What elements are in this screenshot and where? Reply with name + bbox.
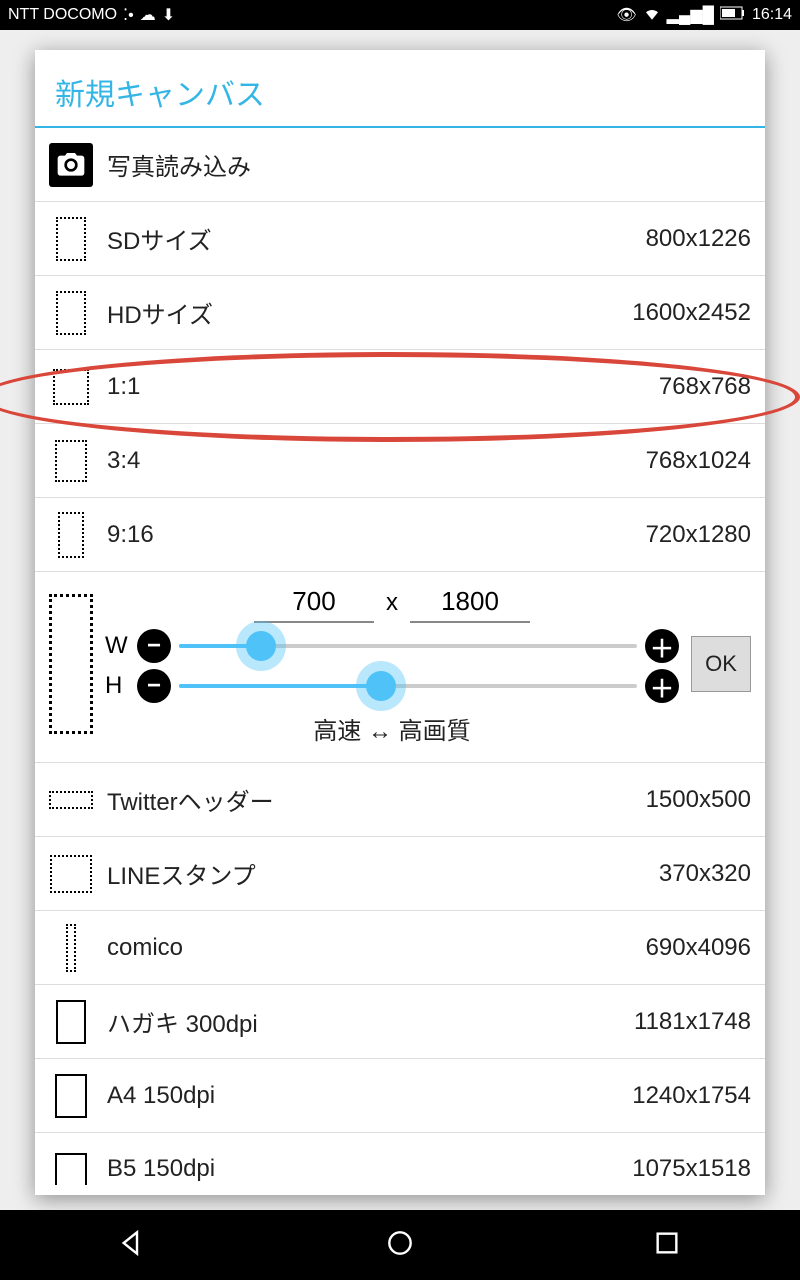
- size-label: Twitterヘッダー: [107, 782, 632, 817]
- eye-icon: 👁: [616, 5, 636, 25]
- size-row-a4[interactable]: A4 150dpi 1240x1754: [35, 1059, 765, 1133]
- status-bar: NTT DOCOMO ⁚• ☁ ⬇ 👁 ▂▄▆█ 16:14: [0, 0, 800, 30]
- size-label: B5 150dpi: [107, 1155, 618, 1183]
- size-value: 800x1226: [646, 225, 751, 253]
- custom-size-row: x W − ＋ H −: [35, 572, 765, 763]
- home-button[interactable]: [384, 1227, 416, 1264]
- height-minus-button[interactable]: −: [137, 669, 171, 703]
- height-plus-button[interactable]: ＋: [645, 669, 679, 703]
- size-label: comico: [107, 934, 632, 962]
- size-label: ハガキ 300dpi: [107, 1004, 620, 1039]
- size-value: 370x320: [659, 860, 751, 888]
- size-row-hagaki[interactable]: ハガキ 300dpi 1181x1748: [35, 985, 765, 1059]
- preview-icon: [58, 512, 84, 558]
- size-value: 1181x1748: [634, 1008, 751, 1036]
- size-row-sd[interactable]: SDサイズ 800x1226: [35, 202, 765, 276]
- carrier-text: NTT DOCOMO: [8, 6, 117, 24]
- height-input[interactable]: [410, 582, 530, 623]
- dimension-separator: x: [386, 589, 398, 617]
- width-plus-button[interactable]: ＋: [645, 629, 679, 663]
- height-slider[interactable]: [179, 684, 637, 688]
- size-value: 768x1024: [646, 447, 751, 475]
- preview-icon: [56, 217, 86, 261]
- preview-icon: [50, 855, 92, 893]
- new-canvas-dialog: 新規キャンバス 写真読み込み SDサイズ 800x1226 HDサイズ 1600…: [35, 50, 765, 1195]
- sync-icon: ⁚•: [123, 5, 134, 25]
- cloud-icon: ☁: [140, 5, 156, 25]
- preview-icon: [66, 924, 76, 972]
- dialog-body[interactable]: 写真読み込み SDサイズ 800x1226 HDサイズ 1600x2452 1:…: [35, 128, 765, 1195]
- size-row-line[interactable]: LINEスタンプ 370x320: [35, 837, 765, 911]
- size-value: 768x768: [659, 373, 751, 401]
- width-input[interactable]: [254, 582, 374, 623]
- size-value: 720x1280: [646, 521, 751, 549]
- preview-icon: [56, 1000, 86, 1044]
- size-value: 1075x1518: [632, 1155, 751, 1183]
- preview-icon: [49, 791, 93, 809]
- camera-icon: [49, 143, 93, 187]
- preview-icon: [56, 291, 86, 335]
- size-label: 9:16: [107, 521, 632, 549]
- size-row-comico[interactable]: comico 690x4096: [35, 911, 765, 985]
- size-value: 1500x500: [646, 786, 751, 814]
- photo-load-row[interactable]: 写真読み込み: [35, 128, 765, 202]
- photo-load-label: 写真読み込み: [107, 147, 751, 182]
- size-label: 3:4: [107, 447, 632, 475]
- wifi-icon: [643, 4, 661, 27]
- custom-preview-icon: [49, 594, 93, 734]
- dialog-title: 新規キャンバス: [35, 50, 765, 128]
- width-minus-button[interactable]: −: [137, 629, 171, 663]
- width-slider[interactable]: [179, 644, 637, 648]
- size-row-9-16[interactable]: 9:16 720x1280: [35, 498, 765, 572]
- size-row-b5[interactable]: B5 150dpi 1075x1518: [35, 1133, 765, 1191]
- back-button[interactable]: [117, 1227, 149, 1264]
- height-slider-label: H: [105, 672, 129, 700]
- preview-icon: [55, 1153, 87, 1185]
- quality-hint: 高速 ↔ 高画質: [105, 711, 679, 746]
- signal-icon: ▂▄▆█: [667, 5, 714, 25]
- size-row-hd[interactable]: HDサイズ 1600x2452: [35, 276, 765, 350]
- size-label: A4 150dpi: [107, 1082, 618, 1110]
- clock-text: 16:14: [752, 6, 792, 24]
- nav-bar: [0, 1210, 800, 1280]
- download-icon: ⬇: [162, 5, 175, 25]
- preview-icon: [55, 440, 87, 482]
- battery-icon: [720, 6, 746, 25]
- size-row-1-1[interactable]: 1:1 768x768: [35, 350, 765, 424]
- size-row-twitter[interactable]: Twitterヘッダー 1500x500: [35, 763, 765, 837]
- size-label: 1:1: [107, 373, 645, 401]
- size-value: 690x4096: [646, 934, 751, 962]
- size-label: HDサイズ: [107, 295, 618, 330]
- size-value: 1240x1754: [632, 1082, 751, 1110]
- ok-button[interactable]: OK: [691, 636, 751, 692]
- size-row-3-4[interactable]: 3:4 768x1024: [35, 424, 765, 498]
- preview-icon: [55, 1074, 87, 1118]
- width-slider-label: W: [105, 632, 129, 660]
- recent-button[interactable]: [651, 1227, 683, 1264]
- size-label: SDサイズ: [107, 221, 632, 256]
- size-label: LINEスタンプ: [107, 856, 645, 891]
- preview-icon: [53, 369, 89, 405]
- size-value: 1600x2452: [632, 299, 751, 327]
